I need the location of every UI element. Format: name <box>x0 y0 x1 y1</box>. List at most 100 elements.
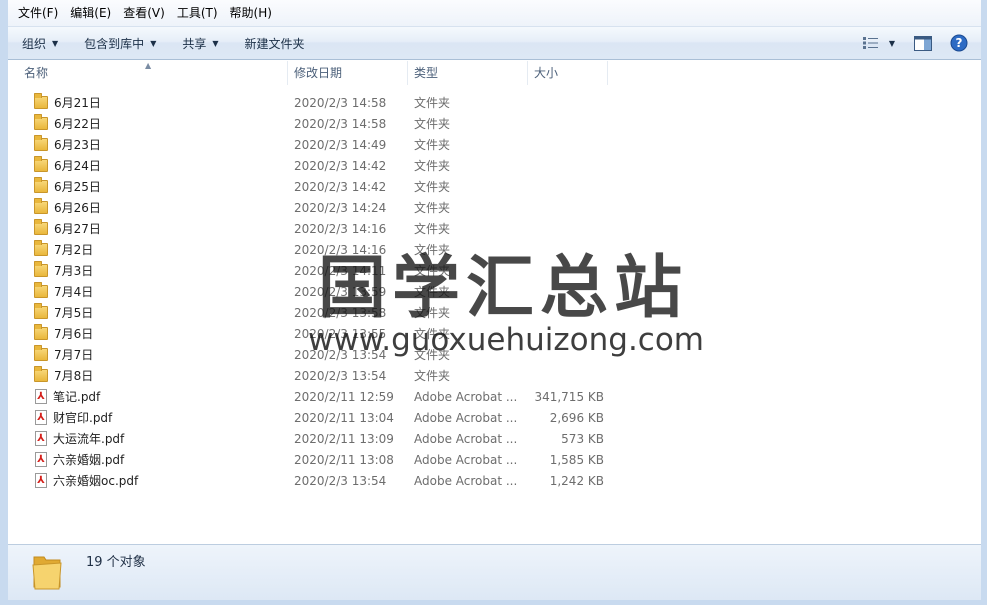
help-icon: ? <box>950 34 968 52</box>
column-header-date[interactable]: 修改日期 <box>288 61 408 85</box>
toolbar-right: ▼ ? <box>847 32 971 54</box>
folder-icon <box>34 282 48 298</box>
file-row[interactable]: 6月27日 2020/2/3 14:16 文件夹 <box>18 218 981 239</box>
svg-text:?: ? <box>956 36 963 50</box>
file-row[interactable]: 7月7日 2020/2/3 13:54 文件夹 <box>18 344 981 365</box>
file-type: 文件夹 <box>414 117 451 131</box>
file-size: 1,242 KB <box>549 473 604 488</box>
column-header-type[interactable]: 类型 <box>408 61 528 85</box>
file-date: 2020/2/3 13:54 <box>294 368 387 383</box>
preview-pane-button[interactable] <box>911 32 935 54</box>
file-name: 7月3日 <box>54 264 94 278</box>
file-date: 2020/2/3 14:49 <box>294 137 387 152</box>
file-date: 2020/2/3 14:58 <box>294 116 387 131</box>
menu-view[interactable]: 查看(V) <box>117 3 171 23</box>
file-row[interactable]: ⅄ 财官印.pdf 2020/2/11 13:04 Adobe Acrobat ...… <box>18 407 981 428</box>
file-row[interactable]: 6月22日 2020/2/3 14:58 文件夹 <box>18 113 981 134</box>
new-folder-button[interactable]: 新建文件夹 <box>235 31 315 55</box>
file-name: 6月21日 <box>54 96 101 110</box>
file-name: 7月7日 <box>54 348 94 362</box>
file-name-cell: 7月7日 <box>18 345 288 363</box>
file-row[interactable]: 6月21日 2020/2/3 14:58 文件夹 <box>18 92 981 113</box>
view-options-button[interactable]: ▼ <box>859 32 899 54</box>
pdf-icon: ⅄ <box>35 389 47 404</box>
file-name: 6月27日 <box>54 222 101 236</box>
file-date: 2020/2/11 13:04 <box>294 410 394 425</box>
menu-help[interactable]: 帮助(H) <box>224 3 278 23</box>
file-row[interactable]: ⅄ 大运流年.pdf 2020/2/11 13:09 Adobe Acrobat ..… <box>18 428 981 449</box>
file-row[interactable]: ⅄ 笔记.pdf 2020/2/11 12:59 Adobe Acrobat ... 3… <box>18 386 981 407</box>
file-date: 2020/2/3 13:54 <box>294 473 387 488</box>
file-row[interactable]: 6月23日 2020/2/3 14:49 文件夹 <box>18 134 981 155</box>
file-name: 六亲婚姻oc.pdf <box>53 474 139 488</box>
file-date: 2020/2/3 13:55 <box>294 326 387 341</box>
details-pane: 19 个对象 <box>8 544 981 600</box>
file-date: 2020/2/3 14:24 <box>294 200 387 215</box>
file-name-cell: 6月22日 <box>18 114 288 132</box>
file-name-cell: 6月25日 <box>18 177 288 195</box>
explorer-window: 文件(F) 编辑(E) 查看(V) 工具(T) 帮助(H) 组织 ▼ 包含到库中… <box>0 0 987 605</box>
include-in-library-button[interactable]: 包含到库中 ▼ <box>74 31 166 55</box>
file-row[interactable]: 7月5日 2020/2/3 13:58 文件夹 <box>18 302 981 323</box>
column-headers: 名称 ▲ 修改日期 类型 大小 <box>18 61 981 85</box>
sort-up-icon: ▲ <box>145 61 152 70</box>
folder-icon <box>34 198 48 214</box>
file-type: 文件夹 <box>414 306 451 320</box>
file-name-cell: ⅄ 笔记.pdf <box>18 388 288 405</box>
organize-button[interactable]: 组织 ▼ <box>12 31 68 55</box>
column-header-name[interactable]: 名称 ▲ <box>18 61 288 85</box>
column-header-size[interactable]: 大小 <box>528 61 608 85</box>
folder-icon <box>34 366 48 382</box>
file-row[interactable]: ⅄ 六亲婚姻.pdf 2020/2/11 13:08 Adobe Acrobat ..… <box>18 449 981 470</box>
file-row[interactable]: 6月24日 2020/2/3 14:42 文件夹 <box>18 155 981 176</box>
file-row[interactable]: 6月26日 2020/2/3 14:24 文件夹 <box>18 197 981 218</box>
file-name: 7月4日 <box>54 285 94 299</box>
organize-label: 组织 <box>22 36 47 51</box>
help-button[interactable]: ? <box>947 32 971 54</box>
folder-icon <box>34 177 48 193</box>
file-name-cell: 7月5日 <box>18 303 288 321</box>
file-date: 2020/2/3 14:16 <box>294 242 387 257</box>
file-row[interactable]: 7月3日 2020/2/3 14:11 文件夹 <box>18 260 981 281</box>
column-size-label: 大小 <box>534 66 559 80</box>
file-name-cell: 7月2日 <box>18 240 288 258</box>
file-row[interactable]: 7月8日 2020/2/3 13:54 文件夹 <box>18 365 981 386</box>
file-list: 6月21日 2020/2/3 14:58 文件夹 6月22日 2020/2/3 14:5… <box>18 92 981 491</box>
file-type: 文件夹 <box>414 327 451 341</box>
folder-icon <box>34 93 48 109</box>
file-name-cell: 7月6日 <box>18 324 288 342</box>
folder-icon <box>34 135 48 151</box>
file-type: Adobe Acrobat ... <box>414 452 518 467</box>
file-row[interactable]: 7月6日 2020/2/3 13:55 文件夹 <box>18 323 981 344</box>
menu-file[interactable]: 文件(F) <box>12 3 64 23</box>
share-button[interactable]: 共享 ▼ <box>172 31 228 55</box>
menu-tools[interactable]: 工具(T) <box>171 3 224 23</box>
file-name-cell: 7月4日 <box>18 282 288 300</box>
dropdown-arrow-icon: ▼ <box>212 38 219 48</box>
file-row[interactable]: 6月25日 2020/2/3 14:42 文件夹 <box>18 176 981 197</box>
file-row[interactable]: ⅄ 六亲婚姻oc.pdf 2020/2/3 13:54 Adobe Acrobat .… <box>18 470 981 491</box>
file-row[interactable]: 7月4日 2020/2/3 13:59 文件夹 <box>18 281 981 302</box>
pdf-icon: ⅄ <box>35 473 47 488</box>
file-type: Adobe Acrobat ... <box>414 389 518 404</box>
file-name-cell: 7月3日 <box>18 261 288 279</box>
file-row[interactable]: 7月2日 2020/2/3 14:16 文件夹 <box>18 239 981 260</box>
file-date: 2020/2/3 13:58 <box>294 305 387 320</box>
file-name-cell: ⅄ 六亲婚姻.pdf <box>18 451 288 468</box>
menu-edit[interactable]: 编辑(E) <box>64 3 117 23</box>
file-date: 2020/2/3 14:11 <box>294 263 387 278</box>
file-date: 2020/2/11 13:08 <box>294 452 394 467</box>
file-name-cell: 6月21日 <box>18 93 288 111</box>
file-type: 文件夹 <box>414 159 451 173</box>
share-label: 共享 <box>182 36 207 51</box>
file-type: 文件夹 <box>414 369 451 383</box>
column-name-label: 名称 <box>24 66 49 80</box>
file-name: 笔记.pdf <box>53 390 101 404</box>
file-date: 2020/2/3 14:58 <box>294 95 387 110</box>
file-date: 2020/2/3 14:42 <box>294 158 387 173</box>
file-name: 大运流年.pdf <box>53 432 125 446</box>
file-name: 6月25日 <box>54 180 101 194</box>
details-view-icon <box>862 37 878 49</box>
file-type: 文件夹 <box>414 285 451 299</box>
preview-pane-icon <box>914 35 932 51</box>
